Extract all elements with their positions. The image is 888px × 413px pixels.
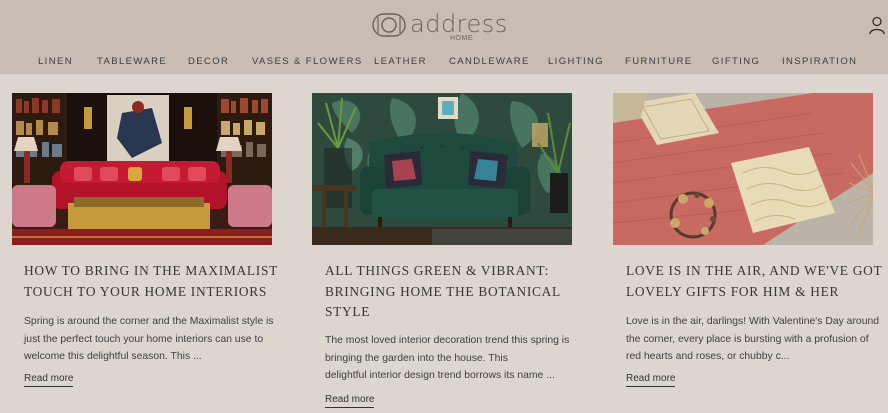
nav-item-linen[interactable]: LINEN (38, 56, 73, 67)
read-more-link[interactable]: Read more (325, 394, 375, 408)
maximalist-living-room-image[interactable] (12, 93, 272, 245)
nav-item-lighting[interactable]: LIGHTING (548, 56, 604, 67)
article-title[interactable]: ALL THINGS GREEN & VIBRANT: BRINGING HOM… (325, 261, 585, 323)
logo-subtitle: HOME (450, 35, 473, 42)
nav-item-furniture[interactable]: FURNITURE (625, 56, 693, 67)
nav-item-decor[interactable]: DECOR (188, 56, 229, 67)
logo-mark-icon (372, 13, 406, 37)
article-excerpt: Spring is around the corner and the Maxi… (24, 316, 274, 362)
nav-item-vases-flowers[interactable]: VASES & FLOWERS (252, 56, 363, 67)
read-more-link[interactable]: Read more (626, 373, 676, 387)
address-home-logo[interactable]: address HOME (372, 8, 522, 44)
logo-wordmark: address (410, 10, 508, 38)
user-account-icon[interactable] (869, 16, 885, 34)
main-navigation: LINEN TABLEWARE DECOR VASES & FLOWERS LE… (0, 52, 888, 72)
article-title[interactable]: HOW TO BRING IN THE MAXIMALIST TOUCH TO … (24, 261, 284, 302)
nav-item-inspiration[interactable]: INSPIRATION (782, 56, 857, 67)
nav-item-tableware[interactable]: TABLEWARE (97, 56, 167, 67)
article-excerpt: Love is in the air, darlings! With Valen… (626, 316, 880, 362)
lovely-gifts-cushions-image[interactable] (613, 93, 873, 245)
nav-item-leather[interactable]: LEATHER (374, 56, 427, 67)
botanical-green-sofa-image[interactable] (312, 93, 572, 245)
article-excerpt: The most loved interior decoration trend… (325, 335, 570, 381)
site-header: address HOME LINEN TABLEWARE DECOR VASES… (0, 0, 888, 74)
read-more-link[interactable]: Read more (24, 373, 74, 387)
article-title[interactable]: LOVE IS IN THE AIR, AND WE'VE GOT LOVELY… (626, 261, 886, 302)
nav-item-candleware[interactable]: CANDLEWARE (449, 56, 530, 67)
nav-item-gifting[interactable]: GIFTING (712, 56, 760, 67)
